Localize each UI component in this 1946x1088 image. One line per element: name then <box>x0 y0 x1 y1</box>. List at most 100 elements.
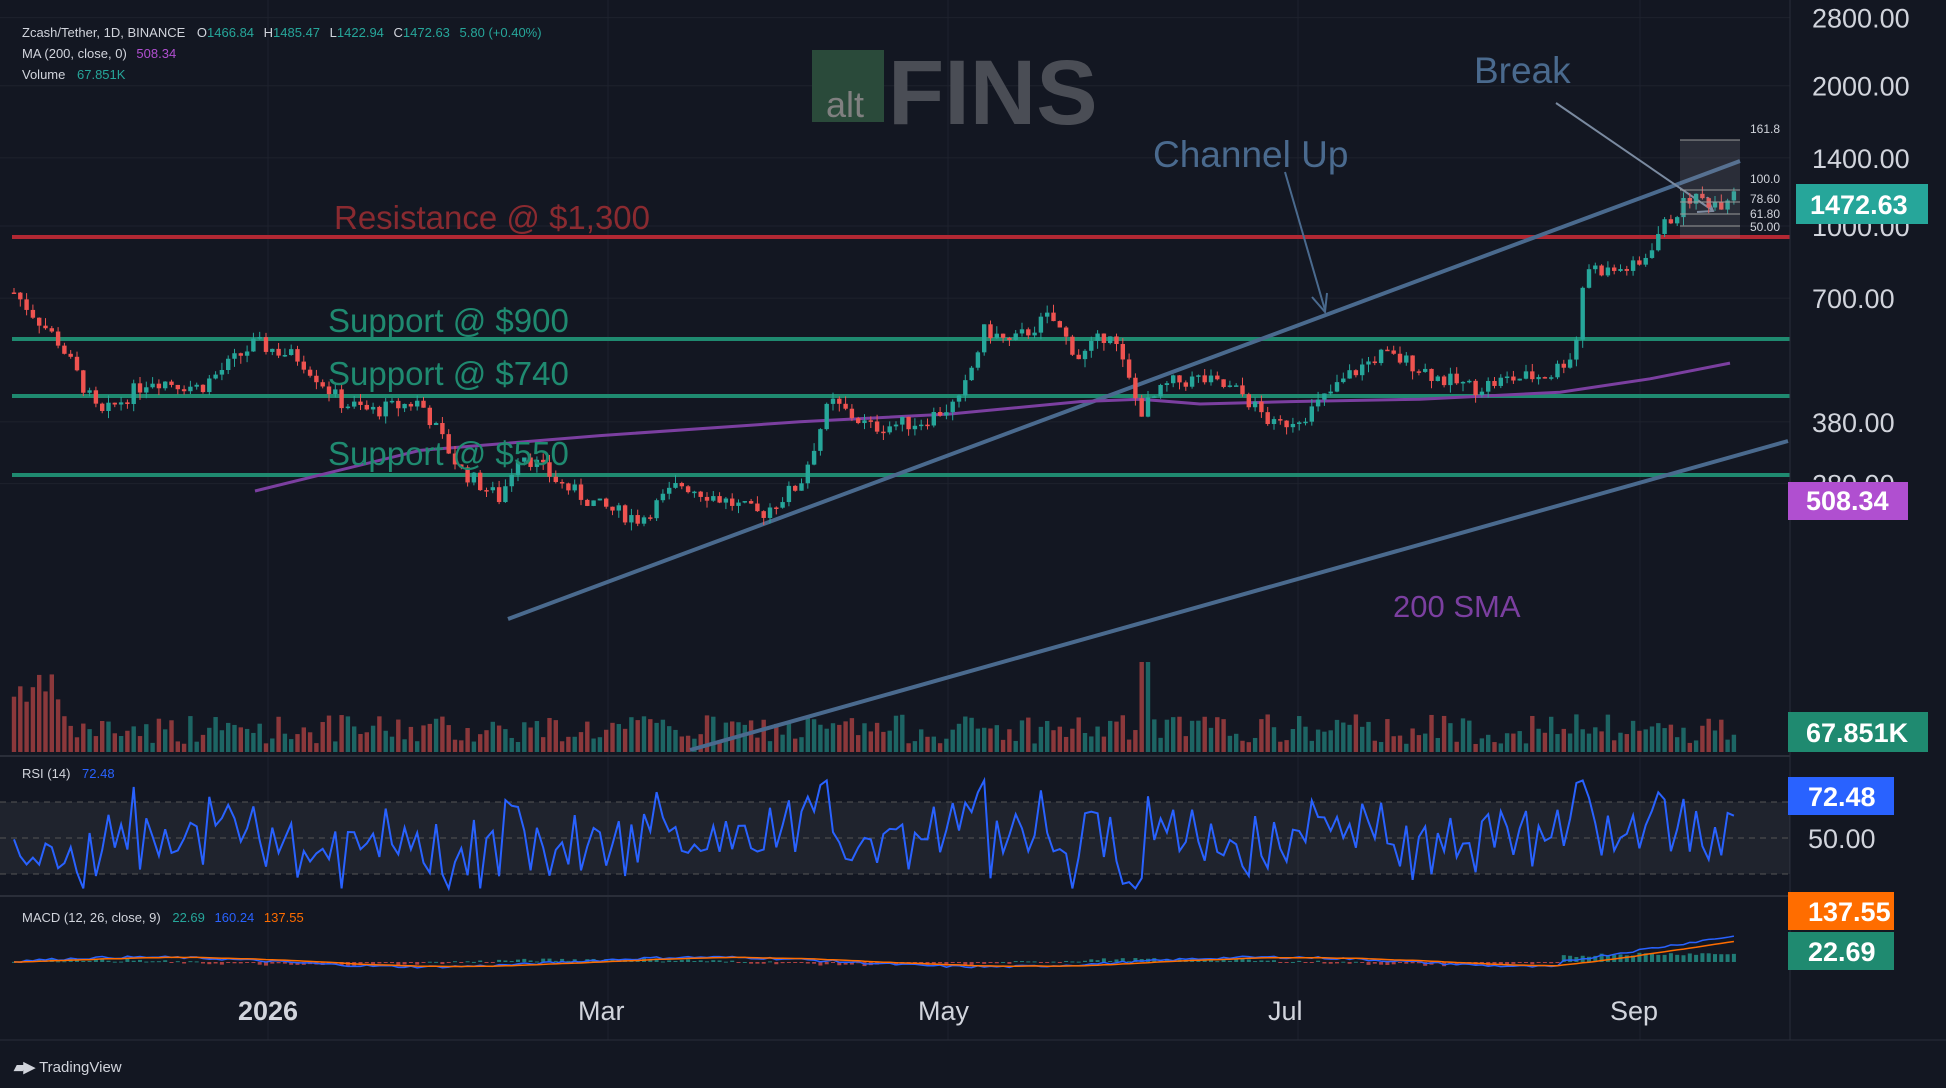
macd-hist-bar <box>1549 962 1554 964</box>
volume-bar <box>1637 730 1642 752</box>
macd-hist-bar <box>1322 962 1327 964</box>
volume-bar <box>295 734 300 752</box>
candle-body <box>1486 380 1491 392</box>
macd-hist-bar <box>56 961 61 963</box>
volume-bar <box>1675 737 1680 752</box>
volume-bar <box>925 736 930 752</box>
macd-hist-bar <box>131 960 136 962</box>
volume-bar <box>1284 740 1289 752</box>
volume-bar <box>1215 717 1220 752</box>
candle-body <box>893 424 899 427</box>
volume-bar <box>837 724 842 752</box>
candle-body <box>591 500 596 506</box>
volume-bar <box>402 739 407 752</box>
macd-hist-bar <box>144 961 149 963</box>
macd-hist-bar <box>1328 962 1333 964</box>
macd-hist-bar <box>1341 961 1346 963</box>
candle-body <box>982 324 987 353</box>
macd-hist-bar <box>270 962 275 964</box>
macd-hist-bar <box>1259 960 1264 962</box>
candle-body <box>559 482 565 484</box>
candle-body <box>490 487 495 491</box>
candle-body <box>1404 355 1409 363</box>
candle-body <box>578 484 584 500</box>
volume-bar <box>1681 727 1686 752</box>
volume-bar <box>415 741 420 752</box>
macd-hist-bar <box>1624 955 1629 962</box>
candle-body <box>1668 219 1674 224</box>
volume-bar <box>799 737 804 752</box>
macd-hist-bar <box>125 958 130 962</box>
macd-hist-bar <box>1309 962 1314 963</box>
candle-body <box>1517 378 1522 381</box>
candle-body <box>723 498 729 503</box>
candle-body <box>1612 267 1617 271</box>
volume-bar <box>459 740 464 752</box>
macd-hist-bar <box>1530 962 1535 965</box>
candle-body <box>320 382 325 387</box>
candle-body <box>1385 349 1390 352</box>
candle-body <box>163 381 168 389</box>
volume-bar <box>478 734 483 752</box>
volume-bar <box>326 715 332 752</box>
candle-body <box>667 487 672 494</box>
candle-body <box>975 352 981 368</box>
volume-bar <box>1240 740 1245 752</box>
tradingview-logo[interactable]: ▰▶ TradingView <box>14 1058 122 1077</box>
last-price-text: 1472.63 <box>1810 190 1908 220</box>
macd-hist-bar <box>1379 962 1384 965</box>
volume-bar <box>43 691 48 752</box>
candle-body <box>150 383 155 388</box>
macd-hist-bar <box>1303 962 1308 963</box>
candle-body <box>843 403 848 409</box>
macd-hist-bar <box>1555 962 1560 963</box>
rsi-legend-value: 72.48 <box>82 766 115 781</box>
volume-bar <box>1366 721 1371 752</box>
macd-hist-bar <box>106 960 111 962</box>
candle-body <box>496 487 502 503</box>
candle-body <box>786 485 792 503</box>
candle-body <box>106 402 111 412</box>
fib-label: 161.8 <box>1750 122 1780 136</box>
volume-bar <box>339 715 344 752</box>
macd-hist-bar <box>1713 954 1717 962</box>
volume-bar <box>87 729 92 752</box>
candle-body <box>1656 233 1661 251</box>
candle-body <box>55 331 61 346</box>
volume-bar <box>723 722 729 752</box>
candle-body <box>11 292 17 294</box>
candle-body <box>74 356 80 371</box>
macd-hist-bar <box>1517 962 1522 963</box>
volume-bar <box>314 743 319 752</box>
volume-bar <box>944 738 949 752</box>
macd-hist-bar <box>1568 955 1573 962</box>
macd-hist-bar <box>1353 961 1358 963</box>
macd-hist-bar <box>988 962 993 963</box>
candle-body <box>887 426 892 433</box>
candle-body <box>408 403 414 407</box>
macd-hist-bar <box>1253 961 1258 963</box>
volume-bar <box>452 739 458 752</box>
macd-hist-bar <box>150 961 155 963</box>
volume-bar <box>1026 717 1031 752</box>
volume-bar <box>263 743 269 752</box>
volume-bar <box>553 720 558 752</box>
macd-badge-text: 22.69 <box>1808 937 1876 967</box>
volume-bar <box>1145 662 1151 752</box>
macd-hist-bar <box>667 960 672 962</box>
macd-hist-bar <box>994 962 999 964</box>
candle-body <box>1057 321 1062 328</box>
macd-hist-bar <box>761 962 766 964</box>
candle-body <box>761 511 766 518</box>
macd-hist-bar <box>465 961 470 963</box>
macd-hist-bar <box>408 962 413 963</box>
macd-hist-bar <box>755 962 760 964</box>
macd-hist-bar <box>402 962 407 965</box>
candle-body <box>1202 375 1207 383</box>
candle-body <box>396 400 401 409</box>
volume-bar <box>1189 720 1195 752</box>
candle-body <box>18 292 23 300</box>
price-chart[interactable]: alt FINS 161.8 100.0 78.60 61.80 50.00 R… <box>0 0 1946 1088</box>
volume-bar <box>1252 737 1258 752</box>
macd-hist-bar <box>1020 961 1024 963</box>
